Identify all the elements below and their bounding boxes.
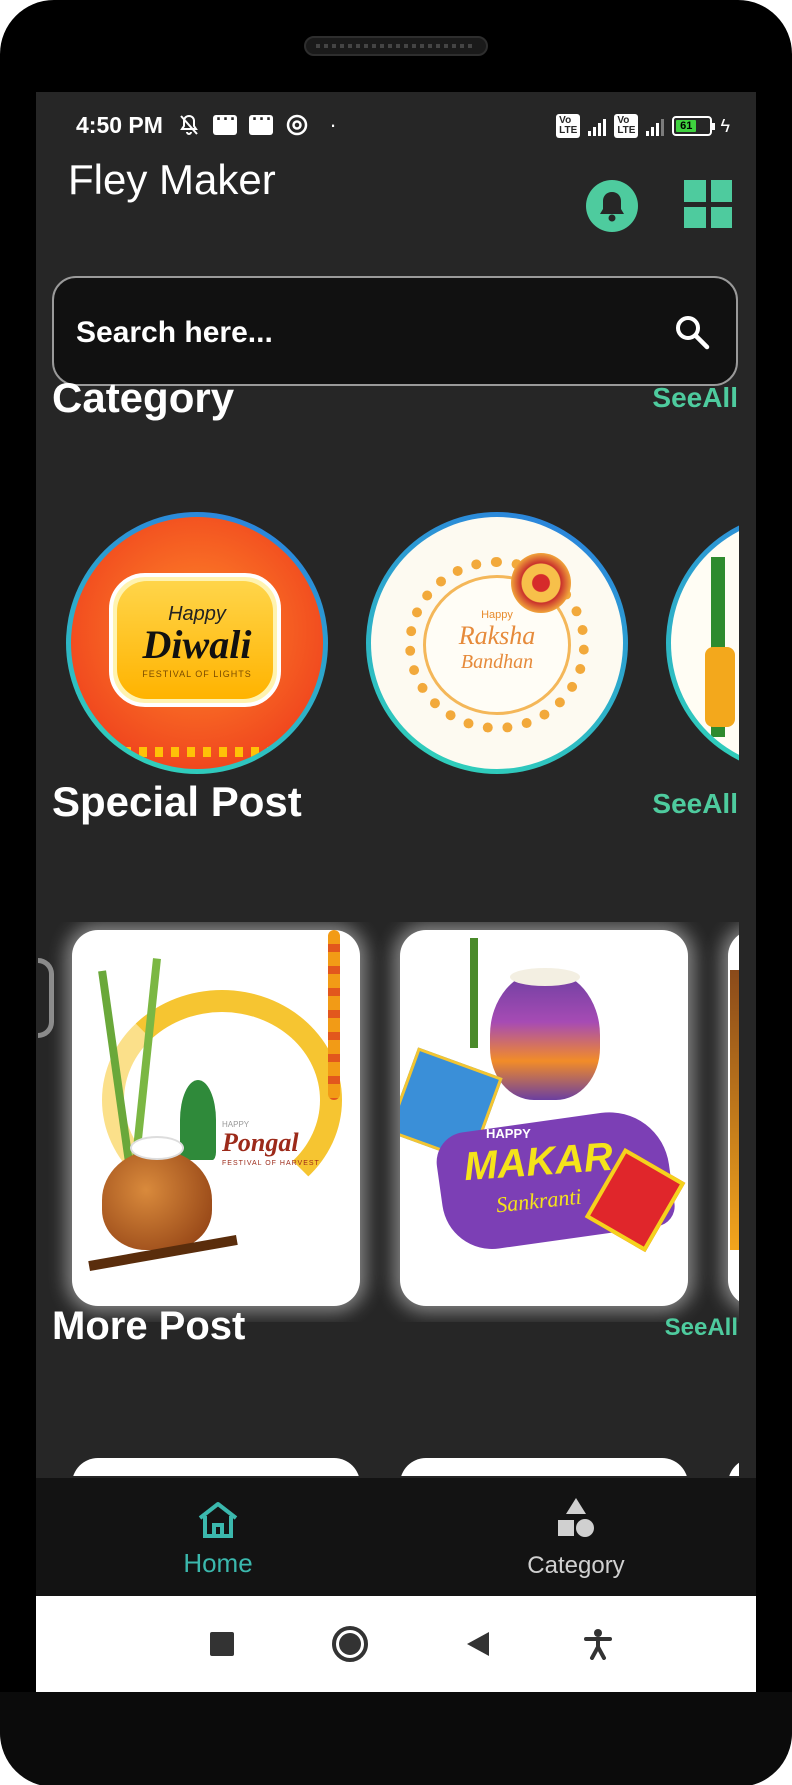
- bell-icon: [600, 192, 624, 222]
- at-sign-icon: [284, 112, 310, 138]
- special-post-partial[interactable]: [728, 930, 739, 1306]
- accessibility-button[interactable]: [576, 1622, 620, 1666]
- category-section-title: Category: [52, 374, 235, 421]
- more-post-see-all-link[interactable]: SeeAll: [665, 1314, 738, 1342]
- battery-icon: 61: [672, 116, 716, 136]
- status-time: 4:50 PM: [76, 112, 163, 138]
- more-post-card[interactable]: [728, 1458, 739, 1476]
- category-carousel[interactable]: Happy Diwali FESTIVAL OF LIGHTS Happy Ra…: [36, 512, 739, 782]
- system-navigation-bar: [36, 1596, 756, 1692]
- bell-off-icon: [176, 112, 202, 138]
- grid-icon: [684, 180, 706, 202]
- notification-icons: ·: [176, 109, 346, 138]
- special-post-see-all-link[interactable]: SeeAll: [652, 788, 738, 820]
- search-icon[interactable]: [672, 312, 712, 352]
- message-icon: [248, 109, 274, 138]
- search-placeholder: Search here...: [76, 316, 273, 349]
- circle-icon: [332, 1626, 368, 1662]
- shapes-icon: [558, 1498, 594, 1537]
- signal-icon: [588, 116, 607, 136]
- nav-category-tab[interactable]: Category: [476, 1478, 676, 1596]
- grid-menu-button[interactable]: [684, 180, 732, 228]
- charging-icon: ϟ: [720, 115, 730, 136]
- more-post-card[interactable]: [400, 1458, 688, 1476]
- accessibility-icon: [584, 1629, 612, 1660]
- volte-icon: Vo LTE: [556, 114, 581, 138]
- makar-sankranti-image: HAPPY MAKAR Sankranti: [400, 930, 688, 1306]
- diwali-image: Happy Diwali FESTIVAL OF LIGHTS: [71, 517, 323, 769]
- more-post-section-title: More Post: [52, 1304, 246, 1348]
- nav-category-label: Category: [527, 1552, 625, 1579]
- phone-chin: [0, 1692, 792, 1785]
- category-see-all-link[interactable]: SeeAll: [652, 382, 738, 414]
- more-post-carousel[interactable]: [36, 1452, 739, 1476]
- nav-home-tab[interactable]: Home: [118, 1478, 318, 1596]
- phone-frame: 4:50 PM · VoLTE VoLTE: [0, 0, 792, 1785]
- pongal-image: HAPPY Pongal FESTIVAL OF HARVEST: [72, 930, 360, 1306]
- category-item-diwali[interactable]: Happy Diwali FESTIVAL OF LIGHTS: [66, 512, 328, 774]
- battery-level: 61: [676, 120, 696, 132]
- recents-button[interactable]: [200, 1622, 244, 1666]
- app-screen: 4:50 PM · VoLTE VoLTE: [36, 92, 756, 1692]
- search-input[interactable]: Search here...: [52, 276, 738, 386]
- message-icon: [212, 109, 238, 138]
- nav-home-label: Home: [183, 1548, 253, 1578]
- partial-post-image: [730, 970, 739, 1250]
- special-post-makar-sankranti[interactable]: HAPPY MAKAR Sankranti: [400, 930, 688, 1306]
- special-post-carousel[interactable]: HAPPY Pongal FESTIVAL OF HARVEST HAPPY M…: [36, 922, 739, 1322]
- signal-icon: [646, 116, 665, 136]
- more-post-card[interactable]: [72, 1458, 360, 1476]
- category-partial-image: [671, 517, 739, 769]
- home-icon: [198, 1502, 238, 1538]
- volte-icon: Vo LTE: [614, 114, 639, 138]
- special-post-pongal[interactable]: HAPPY Pongal FESTIVAL OF HARVEST: [72, 930, 360, 1306]
- special-post-section-title: Special Post: [52, 778, 302, 825]
- square-icon: [210, 1632, 234, 1656]
- system-status-icons: Vo LTE Vo LTE 61 ϟ: [556, 114, 730, 138]
- raksha-bandhan-image: Happy Raksha Bandhan: [371, 517, 623, 769]
- bottom-navigation: Home Category: [36, 1478, 756, 1596]
- phone-speaker: [304, 36, 488, 56]
- home-system-button[interactable]: [328, 1622, 372, 1666]
- status-bar: 4:50 PM · VoLTE VoLTE: [36, 92, 756, 162]
- dot-icon: ·: [329, 112, 337, 137]
- category-item-partial[interactable]: [666, 512, 739, 774]
- app-title: Fley Maker: [68, 156, 276, 203]
- back-button[interactable]: [456, 1622, 500, 1666]
- category-item-raksha-bandhan[interactable]: Happy Raksha Bandhan: [366, 512, 628, 774]
- back-triangle-icon: [467, 1632, 489, 1656]
- notification-button[interactable]: [586, 180, 638, 232]
